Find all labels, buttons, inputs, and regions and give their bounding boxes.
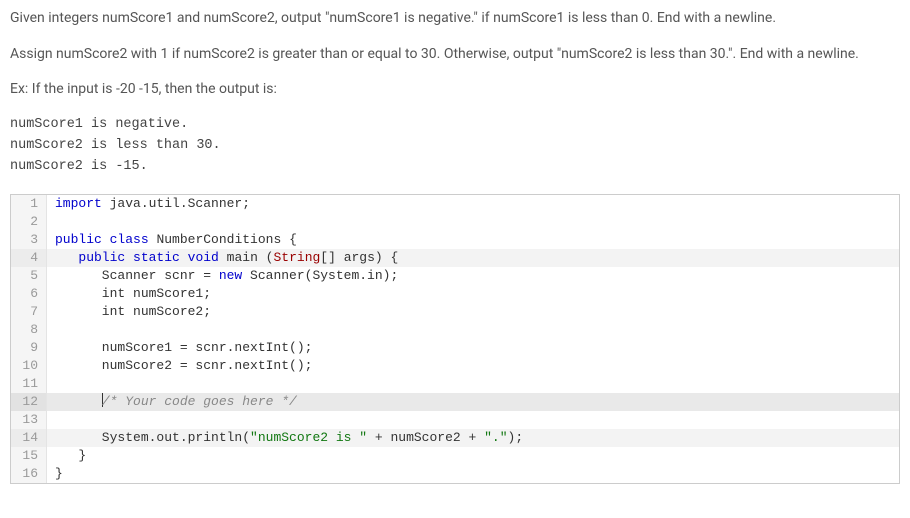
problem-para-3: Ex: If the input is -20 -15, then the ou… — [10, 79, 900, 101]
code-line[interactable]: public static void main (String[] args) … — [47, 249, 899, 267]
line-number: 5 — [11, 267, 47, 285]
code-line[interactable] — [47, 411, 899, 429]
code-line[interactable] — [47, 375, 899, 393]
line-number: 6 — [11, 285, 47, 303]
line-number: 10 — [11, 357, 47, 375]
line-number: 12 — [11, 393, 47, 411]
code-line[interactable]: numScore2 = scnr.nextInt(); — [47, 357, 899, 375]
problem-para-2: Assign numScore2 with 1 if numScore2 is … — [10, 44, 900, 66]
line-number: 11 — [11, 375, 47, 393]
code-line[interactable]: Scanner scnr = new Scanner(System.in); — [47, 267, 899, 285]
problem-para-1: Given integers numScore1 and numScore2, … — [10, 8, 900, 30]
line-number: 3 — [11, 231, 47, 249]
code-line[interactable]: numScore1 = scnr.nextInt(); — [47, 339, 899, 357]
code-line[interactable]: } — [47, 465, 899, 483]
line-number: 13 — [11, 411, 47, 429]
expected-output: numScore1 is negative. numScore2 is less… — [10, 115, 900, 178]
code-line[interactable] — [47, 213, 899, 231]
line-number: 15 — [11, 447, 47, 465]
line-number: 2 — [11, 213, 47, 231]
code-line[interactable]: /* Your code goes here */ — [47, 393, 899, 411]
line-number: 4 — [11, 249, 47, 267]
line-number: 7 — [11, 303, 47, 321]
line-number: 1 — [11, 195, 47, 213]
code-line[interactable]: public class NumberConditions { — [47, 231, 899, 249]
code-line[interactable]: int numScore1; — [47, 285, 899, 303]
code-line[interactable] — [47, 321, 899, 339]
code-line[interactable]: import java.util.Scanner; — [47, 195, 899, 213]
code-editor[interactable]: 1import java.util.Scanner; 2 3public cla… — [10, 194, 900, 484]
code-line[interactable]: System.out.println("numScore2 is " + num… — [47, 429, 899, 447]
line-number: 14 — [11, 429, 47, 447]
code-line[interactable]: } — [47, 447, 899, 465]
code-line[interactable]: int numScore2; — [47, 303, 899, 321]
line-number: 9 — [11, 339, 47, 357]
line-number: 8 — [11, 321, 47, 339]
line-number: 16 — [11, 465, 47, 483]
problem-statement: Given integers numScore1 and numScore2, … — [10, 8, 900, 178]
